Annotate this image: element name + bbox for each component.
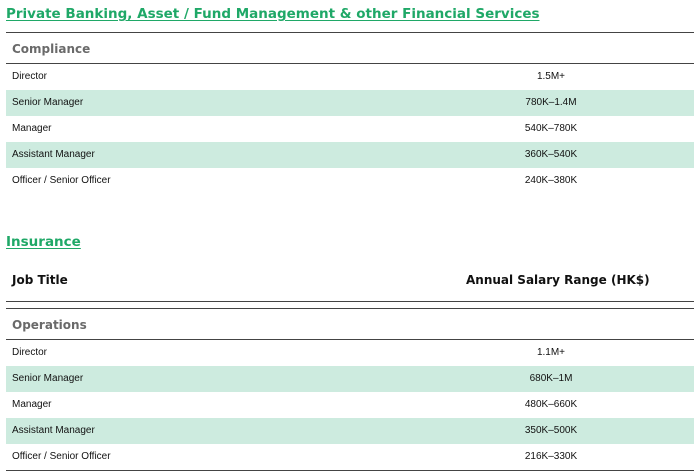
job-title-cell: Senior Manager [12, 97, 84, 108]
column-header-job-title: Job Title [12, 273, 68, 287]
column-header-salary-range: Annual Salary Range (HK$) [466, 273, 650, 287]
table-row: Senior Manager 780K–1.4M [6, 90, 694, 116]
salary-cell: 480K–660K [524, 399, 578, 410]
salary-cell: 1.5M+ [536, 71, 566, 82]
job-title-cell: Manager [12, 399, 52, 410]
group-header-compliance: Compliance [6, 32, 694, 64]
job-title-cell: Officer / Senior Officer [12, 175, 111, 186]
salary-cell: 360K–540K [524, 149, 578, 160]
job-title-cell: Senior Manager [12, 373, 84, 384]
table-row: Officer / Senior Officer 240K–380K [6, 168, 694, 194]
section-title-private-banking: Private Banking, Asset / Fund Management… [6, 6, 540, 22]
salary-cell: 680K–1M [529, 373, 573, 384]
job-title-cell: Officer / Senior Officer [12, 451, 111, 462]
group-header-operations: Operations [6, 308, 694, 340]
insurance-table: Job Title Annual Salary Range (HK$) Oper… [6, 258, 694, 471]
table-row: Assistant Manager 360K–540K [6, 142, 694, 168]
salary-cell: 1.1M+ [536, 347, 566, 358]
job-title-cell: Manager [12, 123, 52, 134]
table-row: Manager 540K–780K [6, 116, 694, 142]
job-title-cell: Director [12, 71, 48, 82]
job-title-cell: Assistant Manager [12, 425, 95, 436]
table-row: Director 1.5M+ [6, 64, 694, 90]
salary-cell: 780K–1.4M [525, 97, 577, 108]
job-title-cell: Assistant Manager [12, 149, 95, 160]
table-row: Assistant Manager 350K–500K [6, 418, 694, 444]
section-title-insurance: Insurance [6, 234, 81, 250]
salary-cell: 350K–500K [524, 425, 578, 436]
salary-cell: 216K–330K [524, 451, 578, 462]
table-row: Senior Manager 680K–1M [6, 366, 694, 392]
salary-cell: 240K–380K [524, 175, 578, 186]
compliance-table: Compliance Director 1.5M+ Senior Manager… [6, 32, 694, 194]
table-row: Manager 480K–660K [6, 392, 694, 418]
table-row: Director 1.1M+ [6, 340, 694, 366]
table-row: Officer / Senior Officer 216K–330K [6, 444, 694, 471]
salary-cell: 540K–780K [524, 123, 578, 134]
column-header-row: Job Title Annual Salary Range (HK$) [6, 258, 694, 302]
job-title-cell: Director [12, 347, 48, 358]
